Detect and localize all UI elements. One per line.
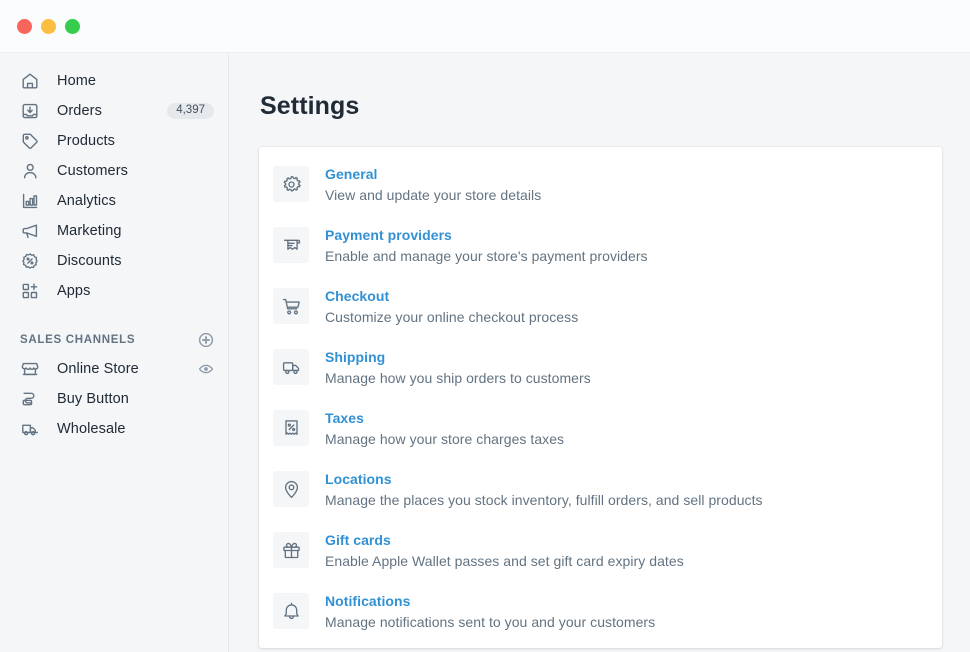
settings-row-title[interactable]: Notifications — [325, 592, 655, 610]
settings-row-description: Enable and manage your store's payment p… — [325, 248, 648, 264]
settings-row-payment-providers[interactable]: Payment providers Enable and manage your… — [259, 215, 942, 276]
main-content: Settings General View and update your st… — [230, 53, 970, 652]
sidebar-item-label: Online Store — [57, 361, 139, 377]
sidebar: Home Orders 4,397 Products Customers Ana… — [0, 53, 229, 652]
settings-row-description: Manage the places you stock inventory, f… — [325, 492, 763, 508]
close-window-button[interactable] — [17, 19, 32, 34]
sidebar-item-discounts[interactable]: Discounts — [0, 246, 228, 276]
settings-card: General View and update your store detai… — [259, 147, 942, 648]
eye-icon[interactable] — [198, 361, 214, 377]
settings-row-description: Enable Apple Wallet passes and set gift … — [325, 553, 684, 569]
sidebar-item-customers[interactable]: Customers — [0, 156, 228, 186]
discount-percent-icon — [20, 251, 40, 271]
home-icon — [20, 71, 40, 91]
megaphone-icon — [20, 221, 40, 241]
settings-row-text: Notifications Manage notifications sent … — [325, 591, 655, 632]
wholesale-truck-icon — [20, 419, 40, 439]
tag-icon — [20, 131, 40, 151]
sidebar-item-orders[interactable]: Orders 4,397 — [0, 96, 228, 126]
sidebar-item-apps[interactable]: Apps — [0, 276, 228, 306]
settings-row-text: Locations Manage the places you stock in… — [325, 469, 763, 510]
settings-row-checkout[interactable]: Checkout Customize your online checkout … — [259, 276, 942, 337]
bar-chart-icon — [20, 191, 40, 211]
sidebar-item-label: Orders — [57, 103, 102, 119]
bell-icon — [273, 593, 309, 629]
sales-channels-section-header: SALES CHANNELS — [0, 326, 228, 354]
sidebar-item-marketing[interactable]: Marketing — [0, 216, 228, 246]
sidebar-item-buy-button[interactable]: Buy Button — [0, 384, 228, 414]
sales-channels-title: SALES CHANNELS — [20, 334, 136, 346]
payment-receipt-icon — [273, 227, 309, 263]
orders-count-badge: 4,397 — [167, 102, 214, 120]
sidebar-item-wholesale[interactable]: Wholesale — [0, 414, 228, 444]
sidebar-item-online-store[interactable]: Online Store — [0, 354, 228, 384]
settings-row-text: Checkout Customize your online checkout … — [325, 286, 578, 327]
settings-row-title[interactable]: Checkout — [325, 287, 578, 305]
sidebar-item-label: Marketing — [57, 223, 122, 239]
shopping-cart-icon — [273, 288, 309, 324]
sidebar-item-analytics[interactable]: Analytics — [0, 186, 228, 216]
settings-row-description: Customize your online checkout process — [325, 309, 579, 325]
settings-row-taxes[interactable]: Taxes Manage how your store charges taxe… — [259, 398, 942, 459]
page-title: Settings — [260, 92, 360, 120]
gear-icon — [273, 166, 309, 202]
settings-row-text: General View and update your store detai… — [325, 164, 541, 205]
settings-row-text: Shipping Manage how you ship orders to c… — [325, 347, 591, 388]
gift-icon — [273, 532, 309, 568]
settings-row-description: Manage how you ship orders to customers — [325, 370, 591, 386]
settings-row-text: Payment providers Enable and manage your… — [325, 225, 648, 266]
sidebar-item-label: Apps — [57, 283, 91, 299]
sidebar-item-label: Products — [57, 133, 116, 149]
orders-inbox-icon — [20, 101, 40, 121]
plus-circle-icon[interactable] — [198, 332, 214, 348]
minimize-window-button[interactable] — [41, 19, 56, 34]
settings-row-title[interactable]: Payment providers — [325, 226, 648, 244]
settings-row-title[interactable]: Gift cards — [325, 531, 684, 549]
settings-row-title[interactable]: Locations — [325, 470, 763, 488]
buy-button-icon — [20, 389, 40, 409]
settings-row-gift-cards[interactable]: Gift cards Enable Apple Wallet passes an… — [259, 520, 942, 581]
settings-row-title[interactable]: Shipping — [325, 348, 591, 366]
map-pin-icon — [273, 471, 309, 507]
settings-row-notifications[interactable]: Notifications Manage notifications sent … — [259, 581, 942, 642]
sidebar-item-label: Analytics — [57, 193, 116, 209]
tax-percent-icon — [273, 410, 309, 446]
settings-row-text: Taxes Manage how your store charges taxe… — [325, 408, 564, 449]
sidebar-item-products[interactable]: Products — [0, 126, 228, 156]
app-window: Home Orders 4,397 Products Customers Ana… — [0, 0, 970, 652]
truck-icon — [273, 349, 309, 385]
settings-row-description: View and update your store details — [325, 187, 542, 203]
sidebar-item-home[interactable]: Home — [0, 66, 228, 96]
sidebar-item-label: Discounts — [57, 253, 122, 269]
sidebar-item-label: Customers — [57, 163, 128, 179]
settings-row-locations[interactable]: Locations Manage the places you stock in… — [259, 459, 942, 520]
window-titlebar — [0, 0, 970, 53]
settings-row-title[interactable]: General — [325, 165, 541, 183]
sidebar-item-label: Wholesale — [57, 421, 126, 437]
person-icon — [20, 161, 40, 181]
apps-grid-plus-icon — [20, 281, 40, 301]
settings-row-description: Manage how your store charges taxes — [325, 431, 565, 447]
traffic-lights — [17, 19, 80, 34]
settings-row-description: Manage notifications sent to you and you… — [325, 614, 656, 630]
settings-row-shipping[interactable]: Shipping Manage how you ship orders to c… — [259, 337, 942, 398]
settings-row-title[interactable]: Taxes — [325, 409, 564, 427]
sidebar-item-label: Home — [57, 73, 97, 89]
storefront-icon — [20, 359, 40, 379]
maximize-window-button[interactable] — [65, 19, 80, 34]
sidebar-item-label: Buy Button — [57, 391, 129, 407]
settings-row-text: Gift cards Enable Apple Wallet passes an… — [325, 530, 684, 571]
settings-row-general[interactable]: General View and update your store detai… — [259, 154, 942, 215]
